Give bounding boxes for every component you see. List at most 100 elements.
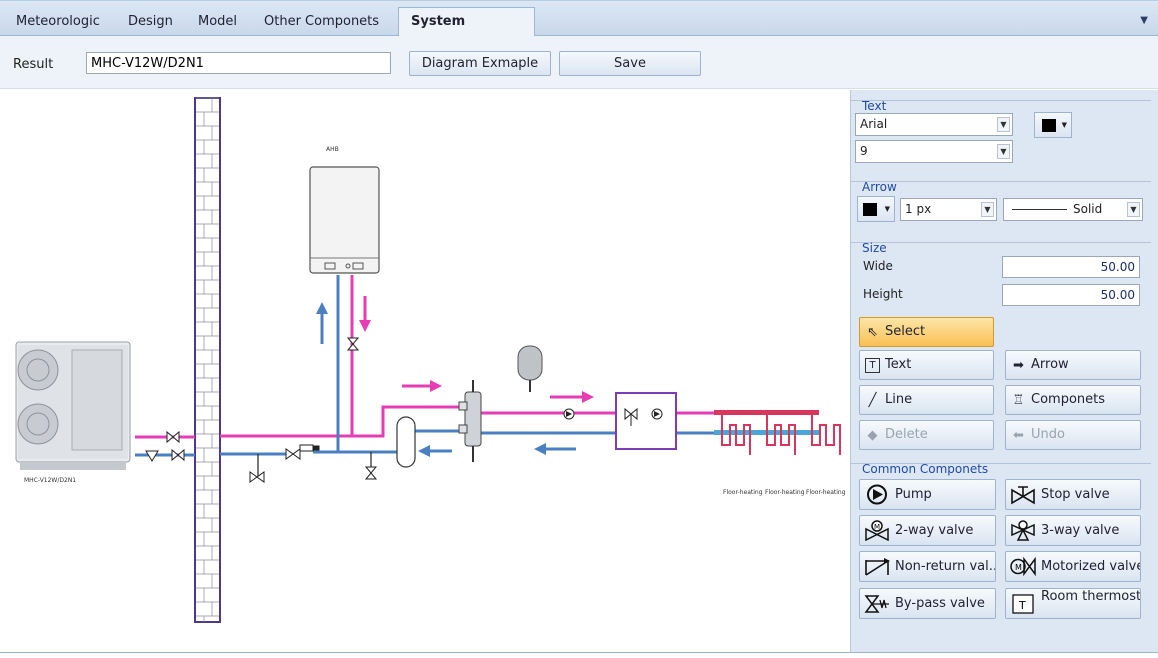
2-way-valve-button[interactable]: M 2-way valve <box>859 515 996 546</box>
undo-tool-button[interactable]: ⬅ Undo <box>1005 420 1141 450</box>
non-return-valve-label: Non-return val... <box>895 559 996 574</box>
height-label: Height <box>863 287 903 301</box>
delete-tool-label: Delete <box>885 427 928 442</box>
3-way-valve-label: 3-way valve <box>1041 523 1120 538</box>
non-return-valve-icon <box>865 558 890 576</box>
non-return-valve-button[interactable]: Non-return val... <box>859 551 996 582</box>
motorized-valve-button[interactable]: M Motorized valve <box>1005 551 1141 582</box>
tab-bar: Meteorologic Design Model Other Componet… <box>0 0 1158 57</box>
text-tool-label: Text <box>885 357 912 372</box>
stop-valve-label: Stop valve <box>1041 487 1110 502</box>
text-tool-button[interactable]: T Text <box>859 350 994 380</box>
system-diagram: MHC-V12W/D2N1 AHB Floor-heating Floor-he… <box>15 97 846 623</box>
chevron-down-icon: ▼ <box>1061 121 1067 129</box>
delete-tool-button[interactable]: ◆ Delete <box>859 420 994 450</box>
room-thermostat-label: Room thermostat <box>1041 589 1141 604</box>
3-way-valve-button[interactable]: 3-way valve <box>1005 515 1141 546</box>
color-swatch <box>1042 119 1056 132</box>
componets-icon: ♖ <box>1012 393 1025 408</box>
boiler[interactable] <box>309 166 380 274</box>
by-pass-valve-button[interactable]: By-pass valve <box>859 588 996 619</box>
componets-tool-label: Componets <box>1031 392 1106 407</box>
thermostat-icon: T <box>1012 594 1034 614</box>
chevron-down-icon: ▼ <box>884 205 890 213</box>
arrow-width-select[interactable]: 1 px ▼ <box>900 198 997 221</box>
svg-text:M: M <box>874 523 880 531</box>
height-input[interactable]: 50.00 <box>1002 284 1140 306</box>
pump[interactable] <box>563 408 575 420</box>
motorized-valve-label: Motorized valve <box>1041 559 1141 574</box>
valves <box>145 337 378 483</box>
select-tool-label: Select <box>885 324 926 339</box>
wall <box>194 97 221 623</box>
line-tool-label: Line <box>885 392 913 407</box>
3-way-valve-icon <box>1011 520 1035 541</box>
pump-button[interactable]: Pump <box>859 479 996 510</box>
result-label: Result <box>13 57 54 72</box>
wide-label: Wide <box>863 259 893 273</box>
arrow-style-select[interactable]: Solid ▼ <box>1003 198 1143 221</box>
mixing-group[interactable] <box>615 392 677 450</box>
chevron-down-icon: ▼ <box>997 144 1010 159</box>
font-select[interactable]: Arial ▼ <box>855 113 1013 136</box>
line-icon: ╱ <box>868 393 877 408</box>
pipes <box>135 275 716 476</box>
result-bar: Result Diagram Exmaple Save <box>0 36 1158 89</box>
wide-input[interactable]: 50.00 <box>1002 256 1140 278</box>
arrow-tool-button[interactable]: ➡ Arrow <box>1005 350 1141 380</box>
stop-valve-button[interactable]: Stop valve <box>1005 479 1141 510</box>
line-style-preview <box>1012 209 1067 210</box>
tab-design[interactable]: Design <box>116 8 185 37</box>
hydraulic-separator[interactable] <box>458 380 482 462</box>
motorized-valve-icon: M <box>1010 556 1036 577</box>
chevron-down-icon: ▼ <box>1127 202 1140 217</box>
diagram-canvas[interactable]: MHC-V12W/D2N1 AHB Floor-heating Floor-he… <box>0 90 850 652</box>
componets-tool-button[interactable]: ♖ Componets <box>1005 385 1141 415</box>
pump-icon <box>867 484 887 505</box>
tab-system-diagram[interactable]: System Diagram <box>398 7 535 57</box>
tab-dropdown-icon[interactable]: ▼ <box>1140 15 1148 26</box>
floor-heating-label-2: Floor-heating <box>765 489 805 496</box>
pump-label: Pump <box>895 487 932 502</box>
chevron-down-icon: ▼ <box>997 117 1010 132</box>
2-way-valve-label: 2-way valve <box>895 523 974 538</box>
chevron-down-icon: ▼ <box>981 202 994 217</box>
arrow-width-value: 1 px <box>905 202 932 216</box>
arrow-tool-label: Arrow <box>1031 357 1069 372</box>
tab-model[interactable]: Model <box>186 8 249 37</box>
font-size-value: 9 <box>860 144 868 158</box>
floor-heating-manifold[interactable] <box>714 410 841 455</box>
svg-text:T: T <box>1018 599 1026 612</box>
color-swatch <box>863 203 877 216</box>
size-group-title: Size <box>862 241 887 255</box>
undo-icon: ⬅ <box>1013 428 1024 443</box>
select-tool-button[interactable]: ⇖ Select <box>859 317 994 347</box>
text-color-button[interactable]: ▼ <box>1034 112 1072 138</box>
text-group-title: Text <box>862 99 887 113</box>
buffer-tank[interactable] <box>396 416 416 468</box>
room-thermostat-button[interactable]: T Room thermostat <box>1005 588 1141 619</box>
outdoor-unit-label: MHC-V12W/D2N1 <box>24 477 76 484</box>
line-tool-button[interactable]: ╱ Line <box>859 385 994 415</box>
by-pass-valve-icon <box>864 595 889 613</box>
outdoor-unit[interactable] <box>15 341 131 470</box>
save-button[interactable]: Save <box>559 51 701 76</box>
by-pass-valve-label: By-pass valve <box>895 596 985 611</box>
result-input[interactable] <box>86 52 391 74</box>
arrow-color-button[interactable]: ▼ <box>857 196 895 222</box>
tab-other-componets[interactable]: Other Componets <box>252 8 391 37</box>
floor-heating-label-1: Floor-heating <box>723 489 763 496</box>
tab-meteorologic[interactable]: Meteorologic <box>4 8 112 37</box>
diagram-example-button[interactable]: Diagram Exmaple <box>409 51 551 76</box>
floor-heating-label-3: Floor-heating <box>806 489 846 496</box>
expansion-vessel[interactable] <box>517 345 543 392</box>
arrow-right-icon: ➡ <box>1013 358 1024 373</box>
undo-tool-label: Undo <box>1031 427 1065 442</box>
text-icon: T <box>865 358 880 373</box>
status-border <box>0 652 1158 658</box>
stop-valve-icon <box>1011 486 1035 505</box>
cursor-icon: ⇖ <box>867 325 878 340</box>
font-size-select[interactable]: 9 ▼ <box>855 140 1013 163</box>
font-select-value: Arial <box>860 117 888 131</box>
boiler-label: AHB <box>326 146 339 153</box>
